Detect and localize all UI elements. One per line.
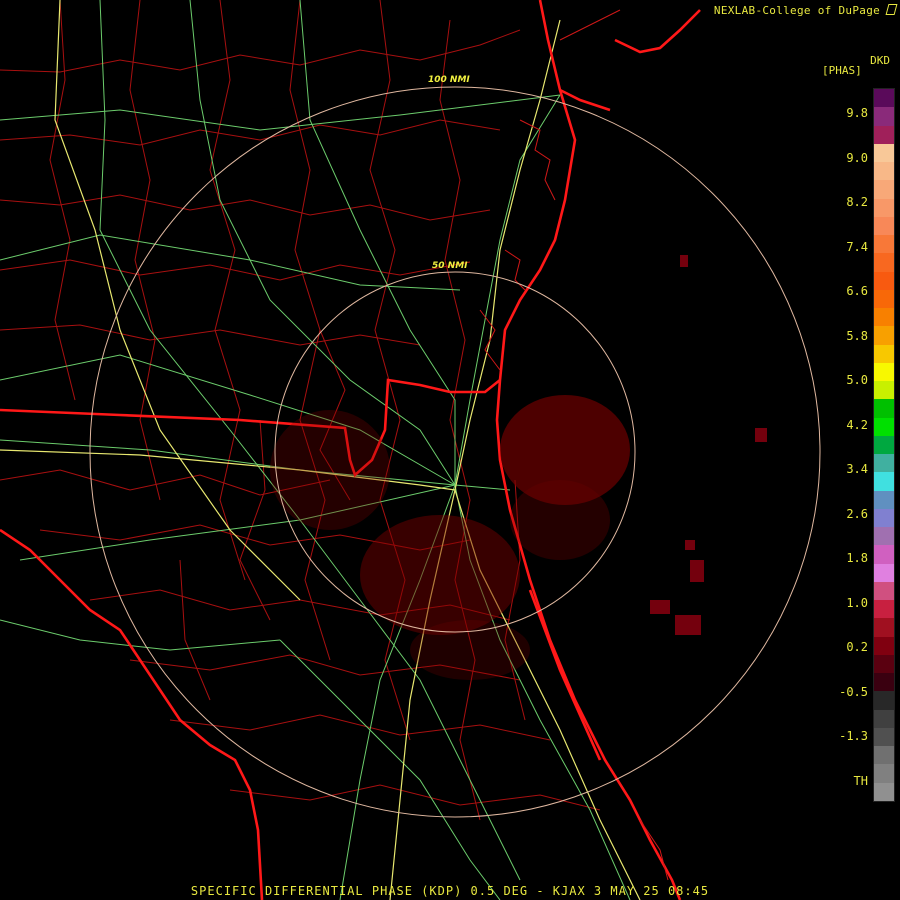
colorbar-tick-label: -1.3	[839, 729, 868, 743]
product-footer: SPECIFIC DIFFERENTIAL PHASE (KDP) 0.5 DE…	[190, 884, 710, 898]
colorbar-segment	[874, 782, 894, 801]
credit-label: NEXLAB-College of DuPage	[713, 4, 881, 17]
colorbar-segment	[874, 417, 894, 436]
colorbar-segment	[874, 581, 894, 600]
colorbar-segment	[874, 235, 894, 254]
colorbar-segment	[874, 162, 894, 181]
colorbar-segment	[874, 362, 894, 381]
colorbar-segment	[874, 253, 894, 272]
colorbar-segment	[874, 271, 894, 290]
colorbar-segment	[874, 381, 894, 400]
colorbar-segment	[874, 545, 894, 564]
colorbar-segment	[874, 709, 894, 728]
colorbar-segment	[874, 180, 894, 199]
colorbar-segment	[874, 143, 894, 162]
colorbar-segment	[874, 636, 894, 655]
colorbar-segment	[874, 107, 894, 126]
colorbar-segment	[874, 691, 894, 710]
colorbar-segment	[874, 618, 894, 637]
colorbar-tick-label: 0.2	[846, 640, 868, 654]
colorbar-tick-label: 9.8	[846, 106, 868, 120]
colorbar-tick-label: 6.6	[846, 284, 868, 298]
colorbar-segment	[874, 435, 894, 454]
colorbar-tick-label: 7.4	[846, 239, 868, 254]
radar-echoes	[270, 255, 767, 680]
colorbar-segment	[874, 764, 894, 783]
radar-map: 50 NMI 100 NMI	[0, 0, 821, 900]
colorbar-units: [PHAS]	[822, 64, 862, 77]
colorbar-segment	[874, 600, 894, 619]
colorbar-tick-label: TH	[853, 773, 868, 788]
colorbar-segment	[874, 727, 894, 746]
range-ring-label-50: 50 NMI	[432, 261, 468, 271]
colorbar-segment	[874, 563, 894, 582]
colorbar-segment	[874, 527, 894, 546]
colorbar-tick-label: 1.8	[846, 551, 868, 565]
colorbar-tick-label: 9.0	[846, 150, 868, 165]
credit-text: NEXLAB-College of DuPage	[713, 4, 898, 17]
range-ring-label-100: 100 NMI	[428, 75, 470, 85]
colorbar-segment	[874, 490, 894, 509]
colorbar-segment	[874, 216, 894, 235]
colorbar-segment	[874, 125, 894, 144]
colorbar-tick-label: 2.6	[846, 506, 868, 521]
colorbar-segment	[874, 508, 894, 527]
colorbar-tick-label: 4.2	[846, 417, 868, 432]
county-borders	[0, 0, 601, 821]
cursor-arrow-icon	[885, 4, 898, 15]
colorbar	[873, 88, 895, 802]
colorbar-tick-label: -0.5	[839, 684, 868, 699]
colorbar-segment	[874, 289, 894, 308]
colorbar-tick-label: 5.8	[846, 328, 868, 343]
colorbar-product-code: DKD	[870, 54, 890, 67]
colorbar-segment	[874, 198, 894, 217]
colorbar-segment	[874, 326, 894, 345]
colorbar-segment	[874, 454, 894, 473]
colorbar-segment	[874, 344, 894, 363]
colorbar-segment	[874, 472, 894, 491]
colorbar-segment	[874, 654, 894, 673]
colorbar-segment	[874, 89, 894, 108]
colorbar-segment	[874, 399, 894, 418]
colorbar-segment	[874, 746, 894, 765]
colorbar-tick-label: 3.4	[846, 462, 868, 476]
colorbar-segment	[874, 673, 894, 692]
colorbar-tick-label: 8.2	[846, 195, 868, 209]
colorbar-tick-label: 1.0	[846, 595, 868, 610]
colorbar-segment	[874, 308, 894, 327]
colorbar-tick-label: 5.0	[846, 373, 868, 387]
